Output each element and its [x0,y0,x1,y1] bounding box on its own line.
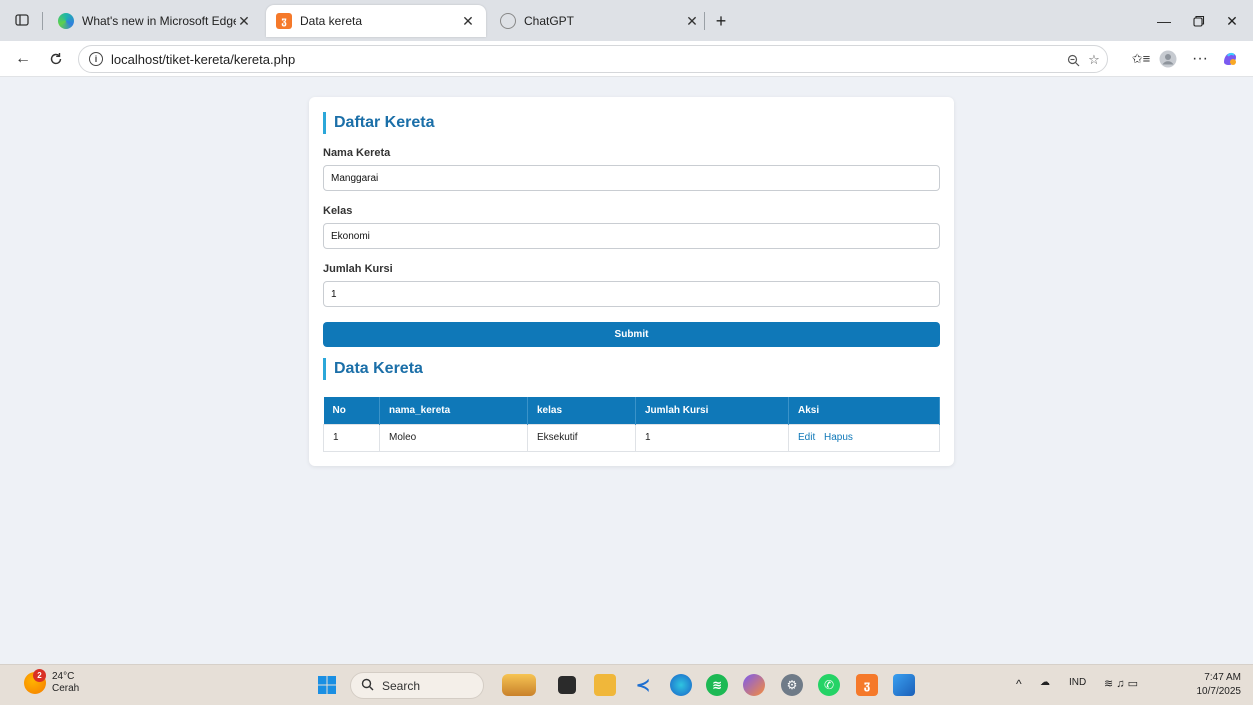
jumlah-kursi-label: Jumlah Kursi [323,263,393,275]
search-placeholder: Search [382,678,421,693]
table-row: 1 Moleo Eksekutif 1 Edit Hapus [323,423,940,452]
column-header-jumlah-kursi: Jumlah Kursi [635,397,789,424]
site-info-icon[interactable]: i [89,52,103,66]
kelas-label: Kelas [323,205,353,217]
weather-temp: 24°C [52,671,75,682]
page-viewport: Daftar Kereta Nama Kereta Kelas Jumlah K… [0,77,1253,664]
table-title: Data Kereta [323,358,423,380]
copilot-taskbar-icon[interactable] [743,674,765,696]
close-window-button[interactable]: ✕ [1219,8,1245,34]
weather-widget[interactable]: 2 24°C Cerah [24,669,80,695]
xampp-taskbar-icon[interactable]: ჳ [856,674,878,696]
tab-title: ChatGPT [524,14,575,28]
favorites-icon[interactable]: ✩≡ [1130,48,1152,70]
hapus-link[interactable]: Hapus [824,432,853,443]
windows-start-icon[interactable] [316,674,338,696]
chevron-up-icon[interactable]: ^ [1016,677,1022,691]
back-button[interactable]: ← [12,48,34,70]
tab-chatgpt[interactable]: ChatGPT ✕ [490,5,710,37]
task-view-icon[interactable] [558,676,576,694]
address-bar[interactable]: i localhost/tiket-kereta/kereta.php ☆ [78,45,1108,73]
browser-tab-bar: What's new in Microsoft Edge ✕ ჳ Data ke… [0,0,1253,41]
clock-time: 7:47 AM [1204,672,1241,683]
cell-aksi: Edit Hapus [788,423,940,452]
tab-separator [704,12,705,30]
kereta-table: No nama_kereta kelas Jumlah Kursi Aksi 1… [323,397,940,452]
minimize-button[interactable]: — [1151,8,1177,34]
kelas-input[interactable] [323,223,940,249]
table-header-row: No nama_kereta kelas Jumlah Kursi Aksi [323,397,940,424]
jumlah-kursi-input[interactable] [323,281,940,307]
restore-button[interactable] [1186,8,1212,34]
tab-title: What's new in Microsoft Edge [82,14,236,28]
refresh-button[interactable] [45,48,67,70]
system-clock[interactable]: 7:47 AM 10/7/2025 [1197,671,1242,699]
photos-icon[interactable] [893,674,915,696]
close-icon[interactable]: ✕ [236,13,252,29]
content-card: Daftar Kereta Nama Kereta Kelas Jumlah K… [309,97,954,466]
cell-kelas: Eksekutif [527,423,636,452]
xampp-icon: ჳ [276,13,292,29]
tab-data-kereta[interactable]: ჳ Data kereta ✕ [266,5,486,37]
column-header-nama-kereta: nama_kereta [379,397,528,424]
spotify-icon[interactable]: ≋ [706,674,728,696]
nama-kereta-label: Nama Kereta [323,147,391,159]
taskbar-search[interactable]: Search [350,672,484,699]
tab-title: Data kereta [300,14,363,28]
submit-button[interactable]: Submit [323,322,940,347]
edge-taskbar-icon[interactable] [670,674,692,696]
language-indicator[interactable]: IND [1069,677,1086,688]
close-icon[interactable]: ✕ [460,13,476,29]
vscode-icon[interactable]: ≺ [632,674,654,696]
cell-nama-kereta: Moleo [379,423,528,452]
close-icon[interactable]: ✕ [684,13,700,29]
new-tab-button[interactable]: + [708,8,734,34]
zoom-icon[interactable] [1064,51,1082,69]
settings-gear-icon[interactable]: ⚙ [781,674,803,696]
edit-link[interactable]: Edit [798,432,815,443]
tab-whats-new[interactable]: What's new in Microsoft Edge ✕ [48,5,262,37]
nama-kereta-input[interactable] [323,165,940,191]
url-text: localhost/tiket-kereta/kereta.php [111,51,296,67]
browser-toolbar: ← i localhost/tiket-kereta/kereta.php ☆ … [0,41,1253,77]
copilot-icon[interactable] [1219,48,1241,70]
column-header-no: No [323,397,380,424]
whatsapp-icon[interactable]: ✆ [818,674,840,696]
sun-icon: 2 [24,669,46,694]
form-title: Daftar Kereta [323,112,434,134]
chatgpt-icon [500,13,516,29]
tab-separator [42,12,43,30]
column-header-aksi: Aksi [788,397,940,424]
widget-news-icon[interactable] [502,674,536,696]
tab-actions-icon[interactable] [14,12,30,28]
profile-avatar[interactable] [1157,48,1179,70]
windows-taskbar: 2 24°C Cerah Search ≺ ≋ ⚙ ✆ ჳ ^ ☁ IND ≋ … [0,664,1253,705]
column-header-kelas: kelas [527,397,636,424]
weather-desc: Cerah [52,683,80,694]
clock-date: 10/7/2025 [1196,686,1242,697]
cell-no: 1 [323,423,380,452]
cell-jumlah-kursi: 1 [635,423,789,452]
notification-badge: 2 [33,669,46,682]
edge-icon [58,13,74,29]
more-options-icon[interactable]: ··· [1189,48,1211,70]
wifi-volume-battery-icon[interactable]: ≋ ♫ ▭ [1104,677,1138,690]
file-explorer-icon[interactable] [594,674,616,696]
favorite-star-icon[interactable]: ☆ [1085,51,1103,69]
onedrive-icon[interactable]: ☁ [1040,677,1050,688]
search-icon [361,678,374,694]
